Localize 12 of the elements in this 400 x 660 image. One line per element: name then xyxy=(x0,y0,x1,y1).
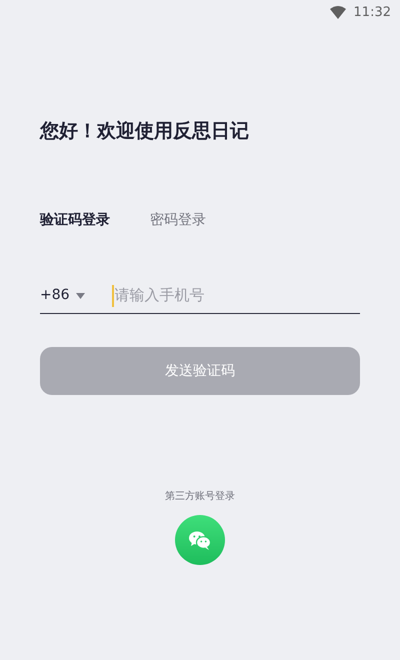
wechat-login-button[interactable] xyxy=(175,515,225,565)
login-tab[interactable]: 验证码登录 xyxy=(40,210,110,230)
phone-input: 请输入手机号 xyxy=(114,284,360,307)
page-title: 您好！欢迎使用反思日记 xyxy=(40,119,250,144)
third-party-label: 第三方账号登录 xyxy=(165,490,235,504)
caret-icon[interactable] xyxy=(76,292,85,298)
login-tab[interactable]: 密码登录 xyxy=(150,210,206,230)
country-code[interactable]: +86 xyxy=(40,285,70,306)
wifi-icon xyxy=(330,6,346,19)
status-time: 11:32 xyxy=(354,4,391,22)
phone-field[interactable]: +86 请输入手机号 xyxy=(40,278,360,314)
chat-bubbles-icon xyxy=(189,530,211,550)
